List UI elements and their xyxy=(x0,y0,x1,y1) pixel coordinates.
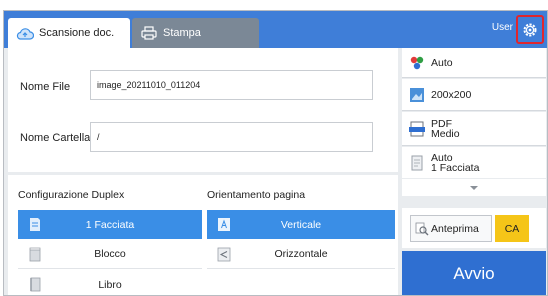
duplex-option-label: 1 Facciata xyxy=(85,218,135,231)
orientation-option-verticale[interactable]: Verticale xyxy=(207,210,395,239)
color-mode-button[interactable]: Auto xyxy=(402,48,546,78)
scan-screen: Scansione doc. Stampa User Nome File ima… xyxy=(3,10,548,296)
filename-label: Nome File xyxy=(20,81,71,93)
single-page-icon xyxy=(30,218,40,231)
landscape-icon xyxy=(217,247,231,262)
file-format-button[interactable]: PDF Medio xyxy=(402,112,546,146)
orientation-option-label: Verticale xyxy=(280,218,322,231)
scan-size-sides: 1 Facciata xyxy=(431,161,480,174)
folder-field[interactable]: / xyxy=(90,122,373,152)
scan-size-button[interactable]: Auto 1 Facciata xyxy=(402,147,546,178)
file-format-text: PDF Medio xyxy=(431,117,460,140)
filename-field[interactable]: image_20211010_011204 xyxy=(90,70,373,100)
color-mode-label: Auto xyxy=(431,56,453,69)
document-size-icon xyxy=(411,155,423,170)
tab-print[interactable]: Stampa xyxy=(132,18,259,48)
resolution-icon xyxy=(410,87,424,102)
options-panel: Configurazione Duplex Orientamento pagin… xyxy=(8,175,398,295)
resolution-button[interactable]: 200x200 xyxy=(402,79,546,111)
duplex-title: Configurazione Duplex xyxy=(18,189,125,201)
cloud-upload-icon xyxy=(16,26,34,40)
orientation-title: Orientamento pagina xyxy=(207,189,306,201)
gear-icon xyxy=(523,23,537,36)
printer-icon xyxy=(140,26,158,40)
book-binding-icon xyxy=(30,277,41,292)
settings-button[interactable] xyxy=(516,15,544,44)
file-format-quality: Medio xyxy=(431,127,460,140)
tab-scan[interactable]: Scansione doc. xyxy=(8,18,130,48)
file-settings-panel: Nome File image_20211010_011204 Nome Car… xyxy=(8,48,398,172)
folder-label: Nome Cartella xyxy=(20,132,91,144)
preview-button[interactable]: Anteprima xyxy=(410,215,492,242)
magnifier-icon xyxy=(415,222,429,235)
duplex-option-label: Blocco xyxy=(94,248,126,260)
top-bar: Scansione doc. Stampa User xyxy=(4,11,547,48)
tab-scan-label: Scansione doc. xyxy=(39,27,115,39)
preview-area: Anteprima CA xyxy=(402,208,546,248)
duplex-option-1-facciata[interactable]: 1 Facciata xyxy=(18,210,202,239)
duplex-option-libro[interactable]: Libro xyxy=(18,270,202,295)
clear-all-button[interactable]: CA xyxy=(495,215,529,242)
pad-binding-icon xyxy=(29,247,41,262)
start-button[interactable]: Avvio xyxy=(402,251,546,295)
duplex-option-blocco[interactable]: Blocco xyxy=(18,240,202,269)
color-dots-icon xyxy=(410,56,424,69)
preview-label: Anteprima xyxy=(431,222,479,235)
more-settings-button[interactable] xyxy=(402,179,546,196)
resolution-label: 200x200 xyxy=(431,88,472,101)
file-format-icon xyxy=(409,121,425,136)
duplex-option-label: Libro xyxy=(98,278,122,291)
portrait-icon xyxy=(218,218,230,231)
orientation-option-orizzontale[interactable]: Orizzontale xyxy=(207,240,395,269)
scan-size-text: Auto 1 Facciata xyxy=(431,151,480,174)
file-format-type: PDF xyxy=(431,117,452,130)
chevron-down-icon xyxy=(470,185,478,190)
scan-size-value: Auto xyxy=(431,151,453,164)
tab-print-label: Stampa xyxy=(163,27,201,39)
user-label[interactable]: User xyxy=(492,22,513,33)
orientation-option-label: Orizzontale xyxy=(274,248,328,260)
right-panel: Auto 200x200 PDF Medio Auto 1 Facciata A… xyxy=(402,48,546,295)
